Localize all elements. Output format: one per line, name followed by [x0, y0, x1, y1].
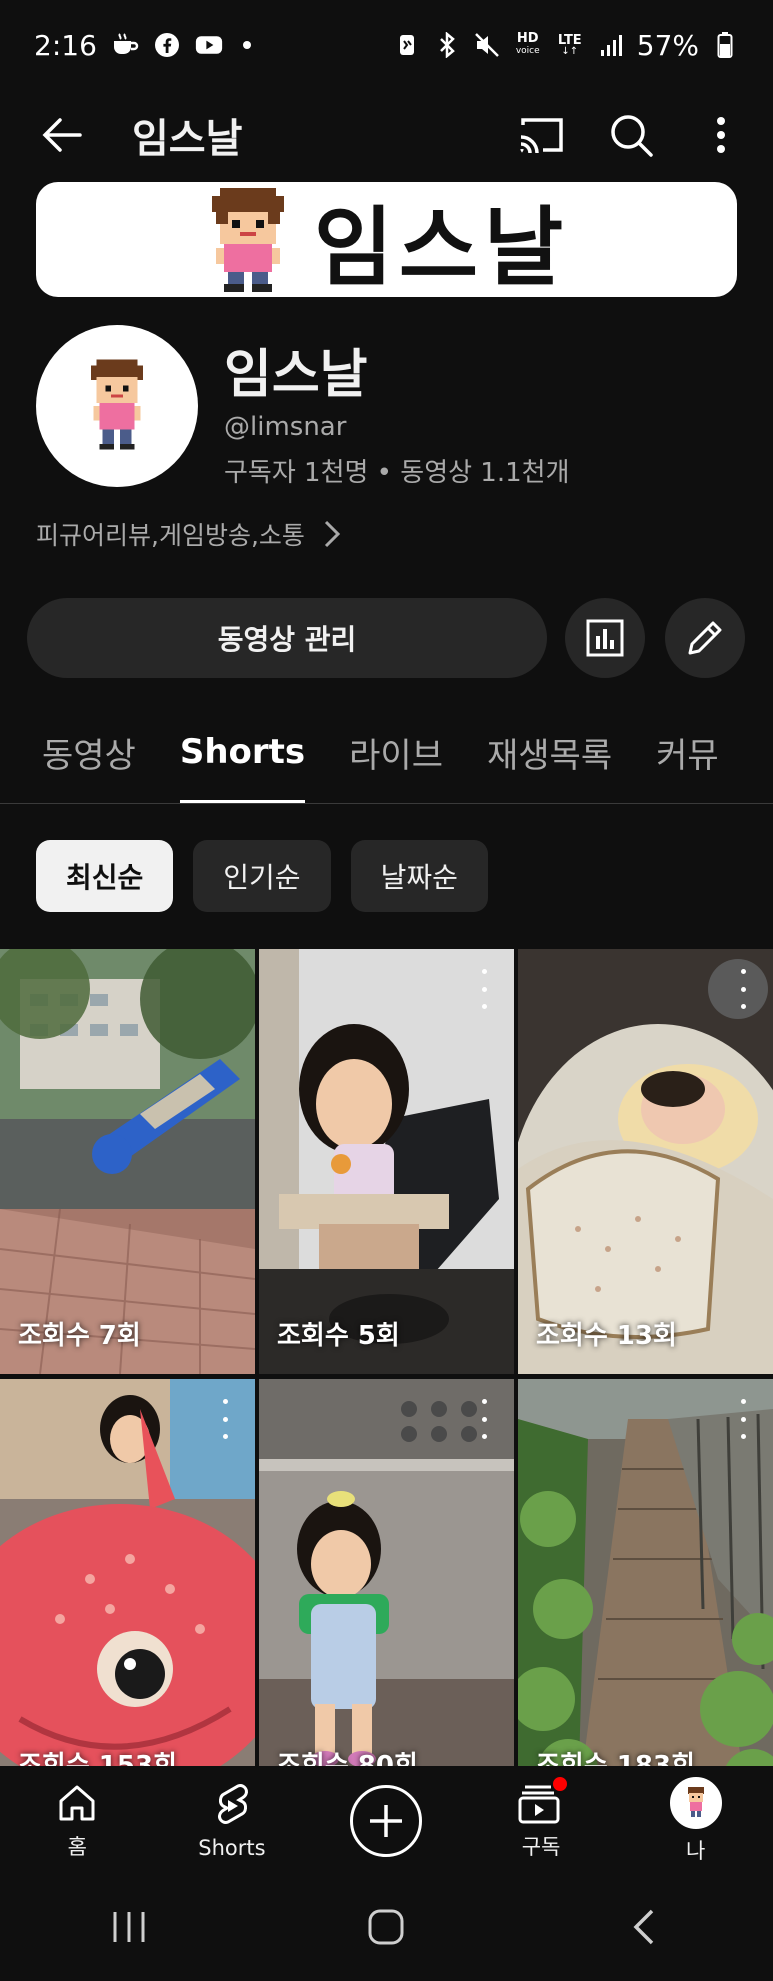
- tab-videos[interactable]: 동영상: [0, 700, 158, 803]
- nav-create[interactable]: [309, 1766, 464, 1876]
- youtube-icon: [195, 31, 223, 59]
- system-navigation-bar: [0, 1876, 773, 1981]
- notification-dot-icon: [242, 41, 251, 49]
- avatar: [669, 1777, 722, 1829]
- subscriptions-icon-wrap: [517, 1775, 570, 1825]
- cast-icon: [520, 118, 563, 154]
- thumbnail-image: [0, 949, 255, 1374]
- lte-label: LTE: [557, 32, 582, 48]
- tab-playlists[interactable]: 재생목록: [465, 700, 634, 803]
- coffee-app-icon: [111, 31, 139, 59]
- views-label: 조회수 5회: [277, 1321, 400, 1351]
- status-time: 2:16: [34, 28, 97, 62]
- shorts-icon: [217, 1784, 248, 1824]
- thumbnail-image: [518, 949, 773, 1374]
- nav-subscriptions-label: 구독: [521, 1835, 561, 1859]
- views-label: 조회수 153회: [18, 1751, 178, 1766]
- shorts-tile[interactable]: 조회수 183회: [518, 1379, 773, 1766]
- channel-stats: 구독자 1천명 • 동영상 1.1천개: [224, 458, 570, 488]
- more-icon[interactable]: [733, 969, 753, 1009]
- mute-icon: [473, 31, 501, 59]
- manage-videos-button[interactable]: 동영상 관리: [27, 598, 547, 678]
- shorts-tile[interactable]: 조회수 153회: [0, 1379, 255, 1766]
- chip-popular[interactable]: 인기순: [193, 840, 331, 912]
- signal-icon: [597, 31, 625, 59]
- more-options-button[interactable]: [691, 105, 751, 165]
- views-label: 조회수 13회: [536, 1321, 677, 1351]
- analytics-icon: [586, 619, 624, 657]
- home-system-button[interactable]: [366, 1907, 406, 1951]
- channel-name: 임스날: [224, 345, 368, 405]
- pixel-character-icon: [211, 187, 284, 292]
- shorts-tile[interactable]: 조회수 80회: [259, 1379, 514, 1766]
- lte-icon: LTE ↓↑: [557, 32, 582, 57]
- thumbnail-image: [259, 949, 514, 1374]
- battery-icon: [711, 31, 739, 59]
- nfc-icon: [393, 31, 421, 59]
- nav-subscriptions[interactable]: 구독: [464, 1766, 619, 1876]
- recents-button[interactable]: [109, 1907, 149, 1951]
- channel-handle: @limsnar: [224, 412, 347, 442]
- home-icon: [59, 1785, 95, 1821]
- facebook-icon: [153, 31, 181, 59]
- system-back-button[interactable]: [624, 1907, 664, 1951]
- nav-home-label: 홈: [67, 1835, 87, 1859]
- page-title: 임스날: [132, 116, 243, 162]
- cast-button[interactable]: [511, 105, 571, 165]
- nav-shorts[interactable]: Shorts: [155, 1766, 310, 1876]
- channel-tabs: 동영상 Shorts 라이브 재생목록 커뮤: [0, 700, 773, 804]
- more-vert-icon: [717, 117, 725, 153]
- chip-oldest[interactable]: 날짜순: [350, 840, 488, 912]
- notification-badge-icon: [551, 1775, 570, 1793]
- description-text: 피규어리뷰,게임방송,소통: [36, 521, 305, 550]
- chip-latest[interactable]: 최신순: [36, 840, 174, 912]
- channel-banner: 임스날: [36, 182, 737, 297]
- tab-live[interactable]: 라이브: [327, 700, 465, 803]
- tab-shorts[interactable]: Shorts: [158, 700, 327, 803]
- more-icon[interactable]: [733, 1399, 753, 1439]
- home-square-icon: [368, 1909, 404, 1944]
- hd-label: HD: [516, 31, 539, 46]
- battery-percent: 57%: [636, 28, 699, 62]
- pixel-character-icon: [90, 359, 144, 450]
- sort-chips: 최신순 인기순 날짜순: [36, 840, 488, 912]
- more-icon[interactable]: [474, 1399, 494, 1439]
- hd-voice-icon: HD voice: [513, 31, 543, 59]
- edit-channel-button[interactable]: [665, 598, 745, 678]
- search-icon: [611, 115, 653, 157]
- pixel-character-icon: [687, 1787, 704, 1817]
- bluetooth-icon: [433, 31, 461, 59]
- nav-me[interactable]: 나: [618, 1766, 773, 1876]
- views-label: 조회수 7회: [18, 1321, 141, 1351]
- shorts-grid: 조회수 7회 조회수 5회 조회수 13회 조회수 153회 조회수 80회 조…: [0, 949, 773, 1766]
- channel-description[interactable]: 피규어리뷰,게임방송,소통: [36, 516, 341, 552]
- create-button[interactable]: [350, 1785, 423, 1857]
- tab-community[interactable]: 커뮤: [634, 700, 741, 803]
- recents-icon: [113, 1911, 145, 1942]
- back-button[interactable]: [32, 105, 92, 165]
- more-icon[interactable]: [474, 969, 494, 1009]
- shorts-tile[interactable]: 조회수 7회: [0, 949, 255, 1374]
- views-label: 조회수 183회: [536, 1751, 696, 1766]
- chevron-left-icon: [633, 1909, 654, 1944]
- arrow-left-icon: [42, 118, 82, 152]
- pencil-icon: [688, 621, 722, 655]
- status-bar: 2:16 HD voice LTE ↓↑ 57%: [0, 0, 773, 90]
- views-label: 조회수 80회: [277, 1751, 418, 1766]
- voice-label: voice: [515, 46, 540, 56]
- more-icon[interactable]: [215, 1399, 235, 1439]
- chevron-right-icon: [324, 520, 341, 548]
- shorts-tile[interactable]: 조회수 5회: [259, 949, 514, 1374]
- bottom-navigation: 홈 Shorts 구독 나: [0, 1766, 773, 1876]
- plus-icon: [370, 1805, 403, 1837]
- nav-shorts-label: Shorts: [198, 1836, 266, 1860]
- top-app-bar: 임스날: [0, 90, 773, 180]
- search-button[interactable]: [601, 105, 661, 165]
- nav-home[interactable]: 홈: [0, 1766, 155, 1876]
- nav-me-label: 나: [686, 1839, 706, 1863]
- shorts-tile[interactable]: 조회수 13회: [518, 949, 773, 1374]
- analytics-button[interactable]: [565, 598, 645, 678]
- channel-avatar[interactable]: [36, 325, 198, 487]
- banner-text: 임스날: [313, 198, 570, 297]
